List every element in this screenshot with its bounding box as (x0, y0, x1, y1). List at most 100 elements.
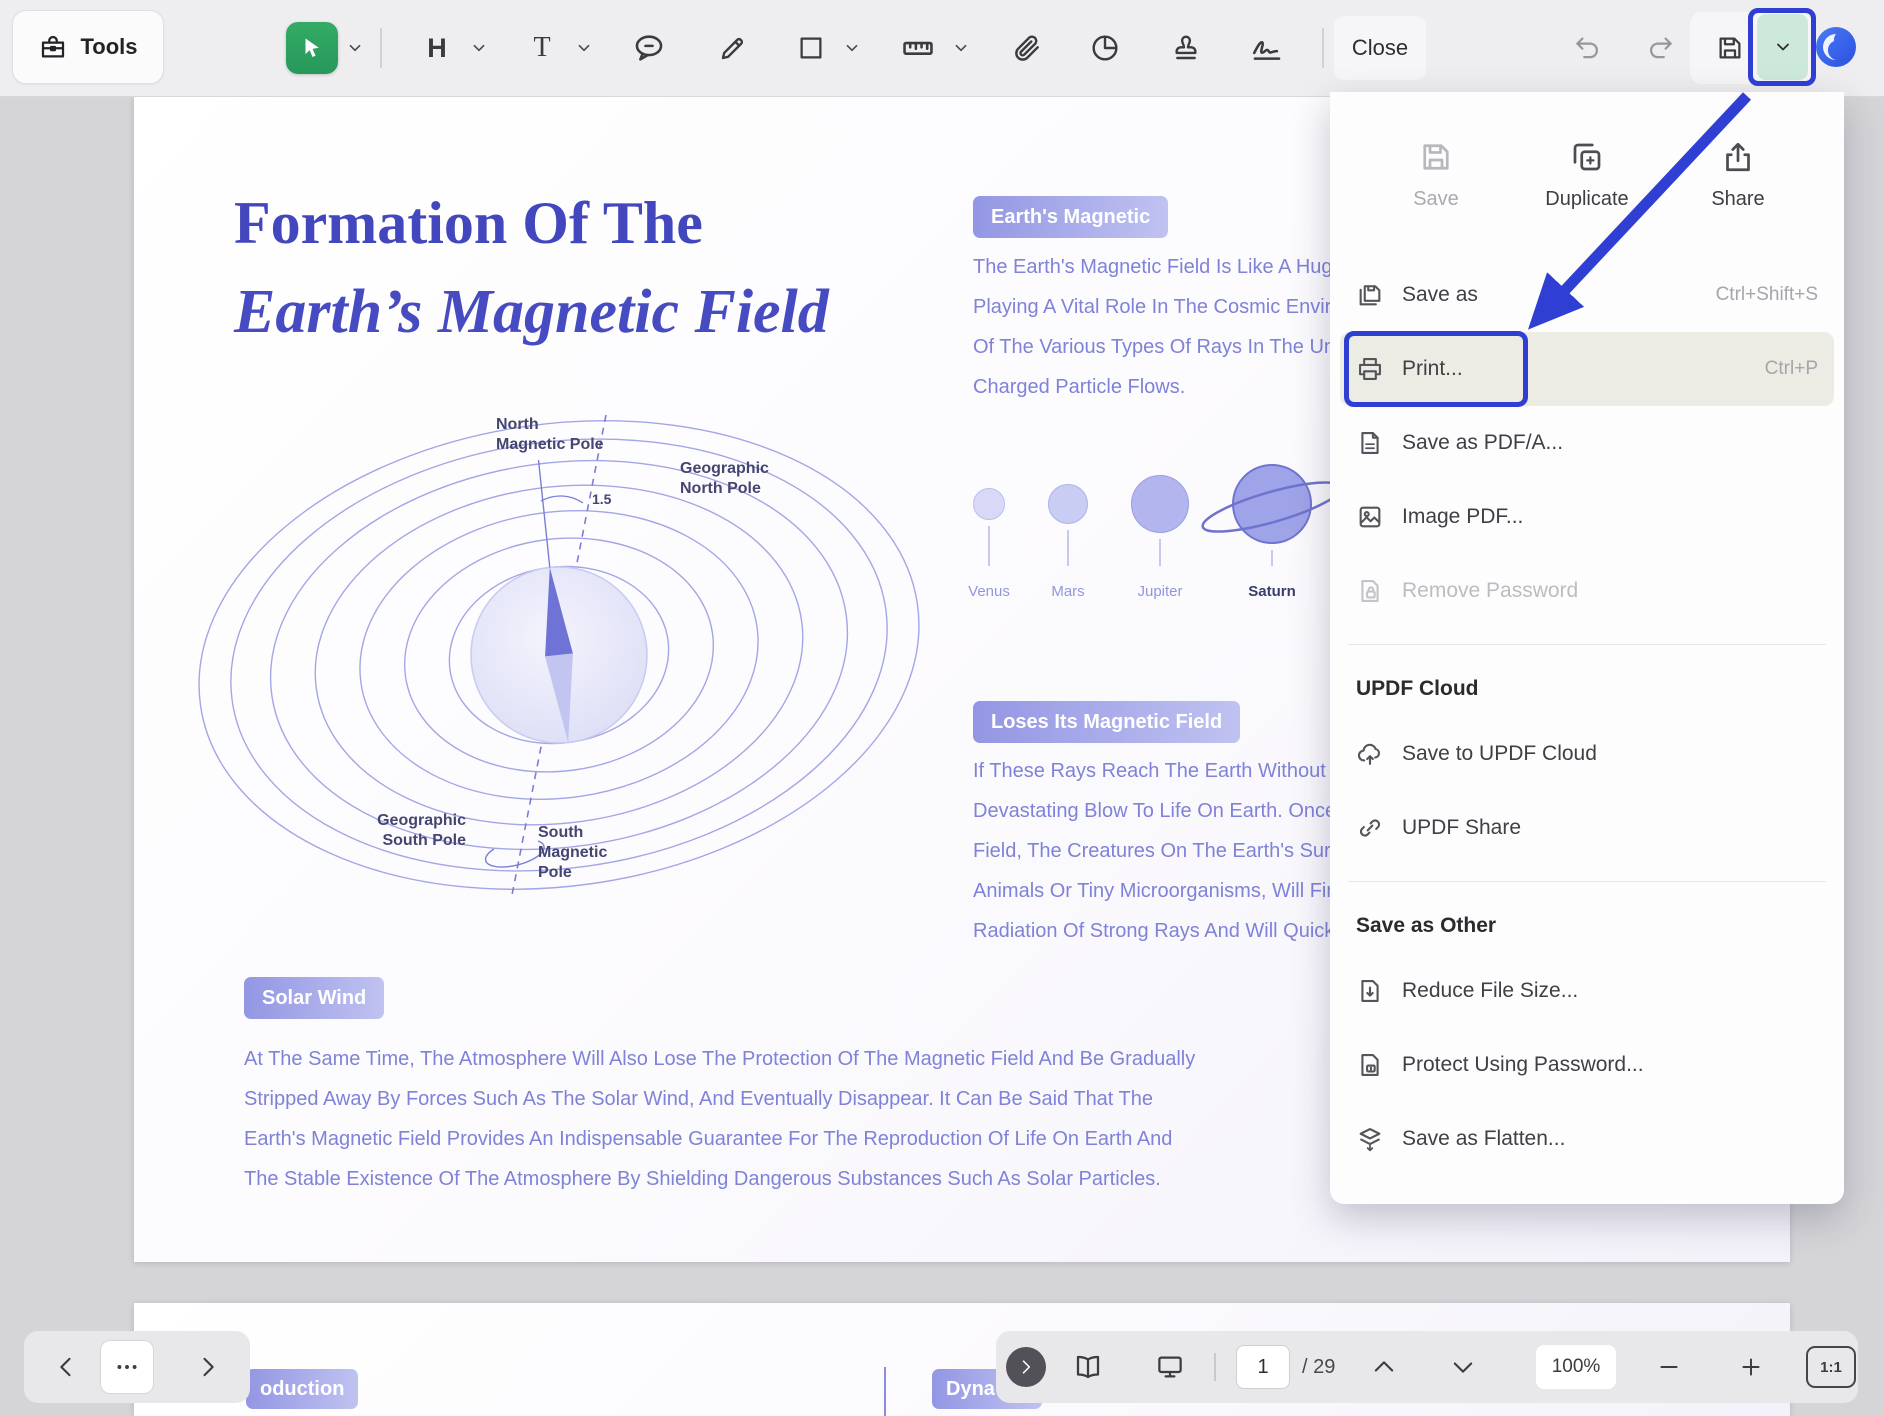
updf-logo[interactable] (1815, 26, 1857, 68)
ruler-icon (901, 31, 935, 65)
chevron-down-icon (1771, 35, 1795, 59)
stamp-icon (1170, 32, 1202, 64)
reduce-size-icon (1356, 977, 1384, 1005)
page2-column-divider (884, 1367, 886, 1416)
updf-app-window: Formation Of The Earth’s Magnetic Field (0, 0, 1884, 1416)
heading-tool-chevron-icon[interactable] (468, 37, 490, 59)
measure-tool-button[interactable] (894, 24, 942, 72)
controls-separator (1214, 1353, 1216, 1381)
presentation-mode-button[interactable] (1154, 1351, 1186, 1383)
menu-item-reduce-file-size[interactable]: Reduce File Size... (1330, 954, 1844, 1028)
menu-item-updf-share[interactable]: UPDF Share (1330, 791, 1844, 865)
menu-item-save-as-flatten[interactable]: Save as Flatten... (1330, 1102, 1844, 1176)
print-icon (1356, 355, 1384, 383)
zoom-out-button[interactable] (1653, 1351, 1685, 1383)
actual-size-button[interactable]: 1:1 (1806, 1346, 1856, 1388)
undo-button[interactable] (1564, 24, 1612, 72)
tools-button[interactable]: Tools (12, 10, 164, 84)
doc-title-line1: Formation Of The (234, 189, 703, 258)
sticker-tool-button[interactable] (1081, 24, 1129, 72)
menu-quick-duplicate[interactable]: Duplicate (1525, 139, 1649, 211)
paragraph-earths-magnetic: The Earth's Magnetic Field Is Like A Hug… (973, 247, 1349, 407)
magnetic-field-diagram (174, 397, 974, 897)
menu-item-print[interactable]: Print... Ctrl+P (1340, 332, 1834, 406)
planet-mars (1048, 484, 1088, 524)
tools-label: Tools (80, 34, 137, 60)
heading-glyph: H (427, 33, 447, 64)
text-tool-button[interactable]: T (518, 24, 566, 72)
menu-item-image-pdf[interactable]: Image PDF... (1330, 480, 1844, 554)
previous-page-chevron-button[interactable] (1368, 1351, 1400, 1383)
pen-tool-button[interactable] (709, 24, 757, 72)
section-badge-introduction-partial: oduction (246, 1369, 358, 1409)
toolbar-separator (1322, 28, 1324, 68)
menu-item-save-to-updf-cloud[interactable]: Save to UPDF Cloud (1330, 717, 1844, 791)
menu-item-remove-password[interactable]: Remove Password (1330, 554, 1844, 628)
cloud-upload-icon (1356, 740, 1384, 768)
planet-label-jupiter: Jupiter (1115, 583, 1205, 600)
shape-tool-chevron-icon[interactable] (841, 37, 863, 59)
shape-tool-button[interactable] (787, 24, 835, 72)
protect-password-icon (1356, 1051, 1384, 1079)
cursor-icon (299, 35, 325, 61)
label-geographic-north-pole: Geographic North Pole (680, 459, 769, 499)
paragraph-loses-field: If These Rays Reach The Earth Without C … (973, 751, 1349, 951)
zoom-in-button[interactable] (1735, 1351, 1767, 1383)
label-south-magnetic-pole: South Magnetic Pole (538, 823, 607, 883)
paperclip-icon (1011, 32, 1043, 64)
menu-item-save-as[interactable]: Save as Ctrl+Shift+S (1330, 258, 1844, 332)
heading-tool-button[interactable]: H (413, 24, 461, 72)
share-icon (1720, 139, 1756, 175)
measure-tool-chevron-icon[interactable] (950, 37, 972, 59)
text-tool-chevron-icon[interactable] (573, 37, 595, 59)
section-badge-loses-field: Loses Its Magnetic Field (973, 701, 1240, 743)
attachment-tool-button[interactable] (1003, 24, 1051, 72)
select-tool-button[interactable] (286, 22, 338, 74)
signature-tool-button[interactable] (1243, 24, 1291, 72)
section-badge-earths-magnetic: Earth's Magnetic (973, 196, 1168, 238)
chevron-right-icon (1016, 1357, 1036, 1377)
save-as-icon (1356, 281, 1384, 309)
menu-quick-share[interactable]: Share (1676, 139, 1800, 211)
next-page-button[interactable] (192, 1351, 224, 1383)
remove-password-icon (1356, 577, 1384, 605)
toolbar-separator (380, 28, 382, 68)
more-options-button[interactable] (100, 1340, 154, 1394)
link-icon (1356, 814, 1384, 842)
square-icon (796, 33, 826, 63)
menu-item-protect-using-password[interactable]: Protect Using Password... (1330, 1028, 1844, 1102)
menu-quick-save[interactable]: Save (1374, 139, 1498, 211)
save-dropdown-menu: Save Duplicate Share Save as Ctrl+ (1330, 92, 1844, 1204)
menu-item-save-as-pdfa[interactable]: Save as PDF/A... (1330, 406, 1844, 480)
redo-icon (1645, 33, 1675, 63)
select-tool-chevron-icon[interactable] (344, 37, 366, 59)
menu-divider (1348, 881, 1826, 882)
sticker-icon (1089, 32, 1121, 64)
zoom-level-button[interactable]: 100% (1536, 1345, 1616, 1389)
saturn-ring (1196, 479, 1348, 535)
close-button[interactable]: Close (1334, 16, 1426, 80)
chevron-right-icon (194, 1353, 222, 1381)
reading-mode-button[interactable] (1072, 1351, 1104, 1383)
prev-page-button[interactable] (50, 1351, 82, 1383)
save-icon (1715, 33, 1745, 63)
save-dropdown-button[interactable] (1757, 14, 1808, 80)
collapse-bar-button[interactable] (1006, 1347, 1046, 1387)
book-icon (1073, 1352, 1103, 1382)
doc-title-line2: Earth’s Magnetic Field (234, 277, 829, 348)
chevron-left-icon (52, 1353, 80, 1381)
save-icon (1418, 139, 1454, 175)
stamp-tool-button[interactable] (1162, 24, 1210, 72)
comment-tool-button[interactable] (625, 24, 673, 72)
page-number-input[interactable] (1236, 1345, 1290, 1389)
menu-divider (1348, 644, 1826, 645)
signature-icon (1250, 31, 1284, 65)
save-button[interactable] (1706, 24, 1754, 72)
menu-section-updf-cloud: UPDF Cloud (1330, 661, 1844, 717)
tools-icon (38, 32, 68, 62)
page-nav-panel (24, 1331, 250, 1403)
redo-button[interactable] (1636, 24, 1684, 72)
label-tilt-angle: 1.5 (592, 489, 611, 509)
next-page-chevron-button[interactable] (1447, 1351, 1479, 1383)
paragraph-solar-wind: At The Same Time, The Atmosphere Will Al… (244, 1039, 1195, 1199)
